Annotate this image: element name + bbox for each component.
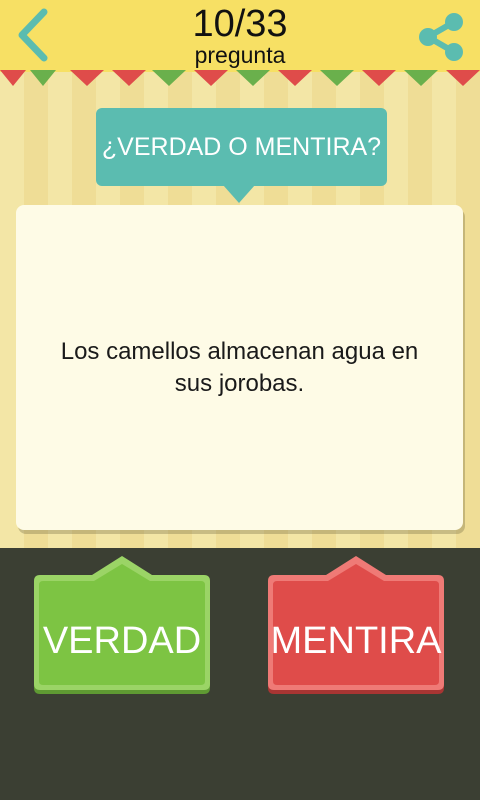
bunting-decoration — [0, 70, 480, 86]
true-button-label: VERDAD — [42, 620, 202, 662]
question-counter: 10/33 — [192, 3, 288, 45]
category-tag: ¿VERDAD O MENTIRA? — [96, 108, 387, 186]
share-button[interactable] — [414, 10, 468, 64]
category-tag-pointer — [223, 185, 255, 203]
category-tag-label: ¿VERDAD O MENTIRA? — [101, 132, 382, 161]
share-icon — [419, 13, 463, 61]
question-text: Los camellos almacenan agua en sus jorob… — [60, 337, 419, 397]
question-card: Los camellos almacenan agua en sus jorob… — [16, 205, 463, 530]
question-counter-label: pregunta — [194, 42, 286, 68]
false-button[interactable]: MENTIRA — [268, 556, 444, 694]
top-bar: 10/33 pregunta — [0, 0, 480, 72]
true-button[interactable]: VERDAD — [34, 556, 210, 694]
false-button-label: MENTIRA — [270, 620, 442, 662]
